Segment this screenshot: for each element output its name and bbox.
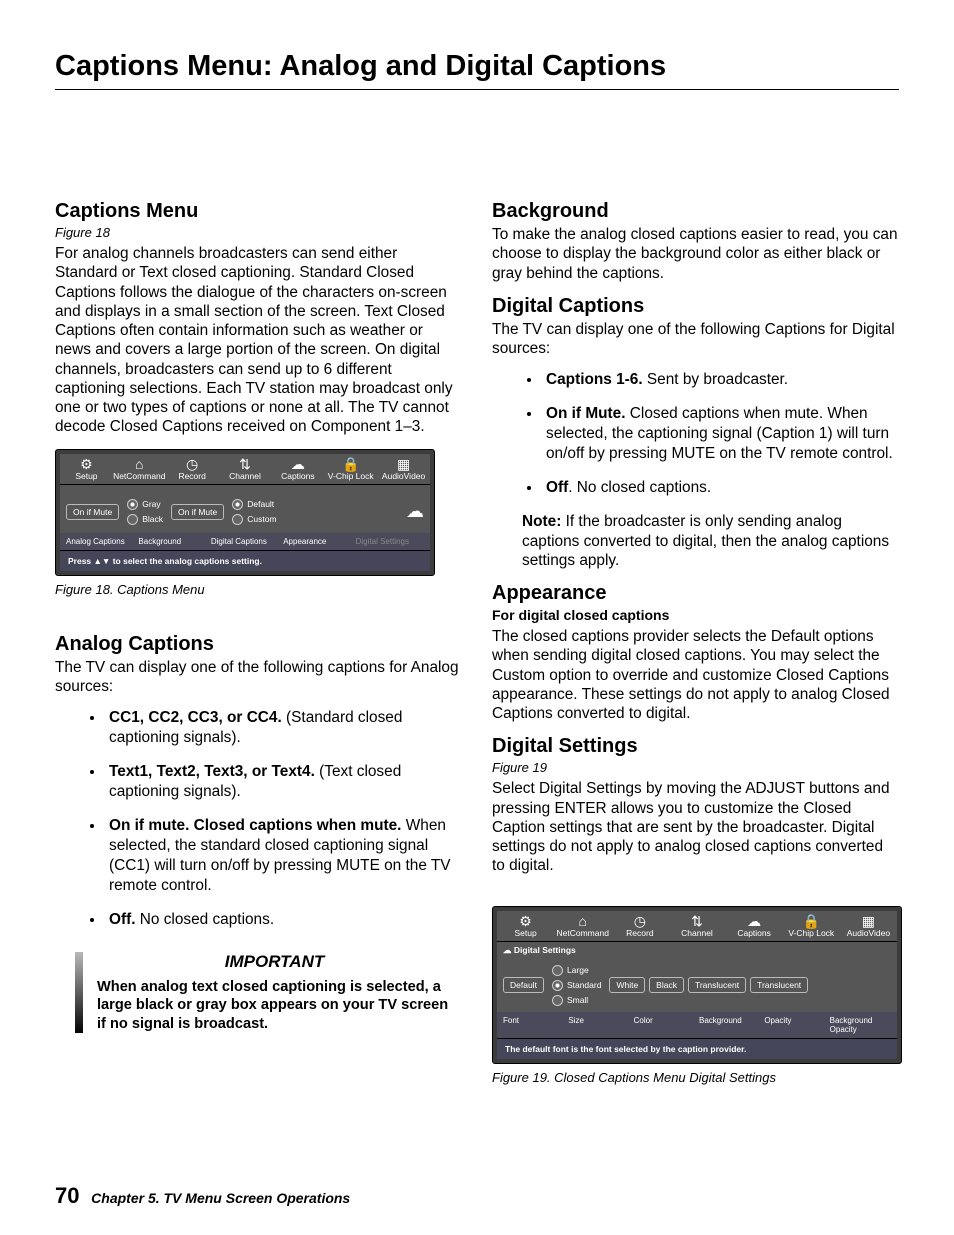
- tab-captions[interactable]: ☁Captions: [726, 911, 783, 941]
- size-large-option[interactable]: Large: [552, 965, 602, 976]
- lock-icon: 🔒: [783, 914, 840, 928]
- bg-opacity-value[interactable]: Translucent: [750, 977, 808, 993]
- page: Captions Menu: Analog and Digital Captio…: [0, 0, 954, 1235]
- figure-19-caption: Figure 19. Closed Captions Menu Digital …: [492, 1070, 899, 1085]
- netcommand-icon: ⌂: [113, 457, 166, 471]
- heading-background: Background: [492, 200, 899, 223]
- left-column: Captions Menu Figure 18 For analog chann…: [55, 200, 462, 1085]
- digital-settings-body: Select Digital Settings by moving the AD…: [492, 779, 899, 875]
- background-value[interactable]: Black: [649, 977, 684, 993]
- list-item: On if mute. Closed captions when mute. W…: [105, 816, 462, 896]
- heading-digital-settings: Digital Settings: [492, 735, 899, 758]
- lock-icon: 🔒: [324, 457, 377, 471]
- captions-icon: ☁: [271, 457, 324, 471]
- tab-setup[interactable]: ⚙Setup: [497, 911, 554, 941]
- list-item: Off. No closed captions.: [105, 910, 462, 930]
- tab-captions[interactable]: ☁Captions: [271, 454, 324, 484]
- tab-record[interactable]: ◷Record: [166, 454, 219, 484]
- av-icon: ▦: [377, 457, 430, 471]
- font-value[interactable]: Default: [503, 977, 544, 993]
- appearance-body: The closed captions provider selects the…: [492, 627, 899, 723]
- channel-icon: ⇅: [219, 457, 272, 471]
- label-background: Background: [138, 537, 206, 546]
- heading-appearance: Appearance: [492, 582, 899, 605]
- breadcrumb-digital-settings: ☁ Digital Settings: [497, 942, 897, 959]
- heading-analog-captions: Analog Captions: [55, 633, 462, 656]
- size-small-option[interactable]: Small: [552, 995, 602, 1006]
- channel-icon: ⇅: [668, 914, 725, 928]
- right-column: Background To make the analog closed cap…: [492, 200, 899, 1085]
- heading-captions-menu: Captions Menu: [55, 200, 462, 223]
- figure-18-caption: Figure 18. Captions Menu: [55, 582, 462, 597]
- appearance-default-option[interactable]: Default: [232, 499, 276, 510]
- appearance-subtitle: For digital closed captions: [492, 607, 899, 623]
- netcommand-icon: ⌂: [554, 914, 611, 928]
- color-value[interactable]: White: [609, 977, 645, 993]
- title-rule: [55, 89, 899, 90]
- label-digital-settings: Digital Settings: [356, 537, 424, 546]
- setup-icon: ⚙: [497, 914, 554, 928]
- list-item: Text1, Text2, Text3, or Text4. (Text clo…: [105, 762, 462, 802]
- page-title: Captions Menu: Analog and Digital Captio…: [55, 50, 899, 83]
- important-title: IMPORTANT: [97, 952, 452, 972]
- tab-channel[interactable]: ⇅Channel: [668, 911, 725, 941]
- size-standard-option[interactable]: Standard: [552, 980, 602, 991]
- label-bg-opacity: Background Opacity: [830, 1016, 891, 1034]
- digital-list: Captions 1-6. Sent by broadcaster. On if…: [492, 370, 899, 498]
- tab-vchip[interactable]: 🔒V-Chip Lock: [324, 454, 377, 484]
- list-item: Captions 1-6. Sent by broadcaster.: [542, 370, 899, 390]
- digital-intro: The TV can display one of the following …: [492, 320, 899, 359]
- tab-audiovideo[interactable]: ▦AudioVideo: [840, 911, 897, 941]
- tab-audiovideo[interactable]: ▦AudioVideo: [377, 454, 430, 484]
- page-number: 70: [55, 1183, 79, 1208]
- bg-gray-option[interactable]: Gray: [127, 499, 163, 510]
- label-analog-captions: Analog Captions: [66, 537, 134, 546]
- menu-tabs: ⚙Setup ⌂NetCommand ◷Record ⇅Channel ☁Cap…: [497, 911, 897, 942]
- tab-record[interactable]: ◷Record: [611, 911, 668, 941]
- label-size: Size: [568, 1016, 629, 1034]
- setup-icon: ⚙: [60, 457, 113, 471]
- captions-menu-body: For analog channels broadcasters can sen…: [55, 244, 462, 437]
- heading-digital-captions: Digital Captions: [492, 295, 899, 318]
- analog-intro: The TV can display one of the following …: [55, 658, 462, 697]
- label-background: Background: [699, 1016, 760, 1034]
- figure-19-menu: ⚙Setup ⌂NetCommand ◷Record ⇅Channel ☁Cap…: [492, 906, 902, 1064]
- footer: 70 Chapter 5. TV Menu Screen Operations: [55, 1183, 350, 1209]
- background-body: To make the analog closed captions easie…: [492, 225, 899, 283]
- av-icon: ▦: [840, 914, 897, 928]
- important-body: When analog text closed captioning is se…: [97, 978, 452, 1033]
- chapter-label: Chapter 5. TV Menu Screen Operations: [91, 1190, 350, 1206]
- tab-netcommand[interactable]: ⌂NetCommand: [113, 454, 166, 484]
- opacity-value[interactable]: Translucent: [688, 977, 746, 993]
- label-color: Color: [634, 1016, 695, 1034]
- list-item: CC1, CC2, CC3, or CC4. (Standard closed …: [105, 708, 462, 748]
- bg-black-option[interactable]: Black: [127, 514, 163, 525]
- tab-vchip[interactable]: 🔒V-Chip Lock: [783, 911, 840, 941]
- figure-18-menu: ⚙Setup ⌂NetCommand ◷Record ⇅Channel ☁Cap…: [55, 449, 435, 576]
- important-box: IMPORTANT When analog text closed captio…: [75, 952, 452, 1033]
- fig19-hint: The default font is the font selected by…: [497, 1038, 897, 1059]
- list-item: Off. No closed captions.: [542, 478, 899, 498]
- analog-list: CC1, CC2, CC3, or CC4. (Standard closed …: [55, 708, 462, 930]
- digital-settings-icon[interactable]: ☁: [406, 501, 424, 522]
- tab-setup[interactable]: ⚙Setup: [60, 454, 113, 484]
- fig18-hint: Press ▲▼ to select the analog captions s…: [60, 550, 430, 571]
- label-opacity: Opacity: [764, 1016, 825, 1034]
- clock-icon: ◷: [611, 914, 668, 928]
- label-digital-captions: Digital Captions: [211, 537, 279, 546]
- clock-icon: ◷: [166, 457, 219, 471]
- figure-18-ref: Figure 18: [55, 225, 462, 240]
- list-item: On if Mute. Closed captions when mute. W…: [542, 404, 899, 464]
- digital-note: Note: If the broadcaster is only sending…: [522, 512, 899, 570]
- menu-tabs: ⚙Setup ⌂NetCommand ◷Record ⇅Channel ☁Cap…: [60, 454, 430, 485]
- tab-channel[interactable]: ⇅Channel: [219, 454, 272, 484]
- captions-icon: ☁: [726, 914, 783, 928]
- tab-netcommand[interactable]: ⌂NetCommand: [554, 911, 611, 941]
- appearance-custom-option[interactable]: Custom: [232, 514, 276, 525]
- figure-19-ref: Figure 19: [492, 760, 899, 775]
- label-font: Font: [503, 1016, 564, 1034]
- label-appearance: Appearance: [283, 537, 351, 546]
- digital-captions-value[interactable]: On if Mute: [171, 504, 224, 520]
- analog-captions-value[interactable]: On if Mute: [66, 504, 119, 520]
